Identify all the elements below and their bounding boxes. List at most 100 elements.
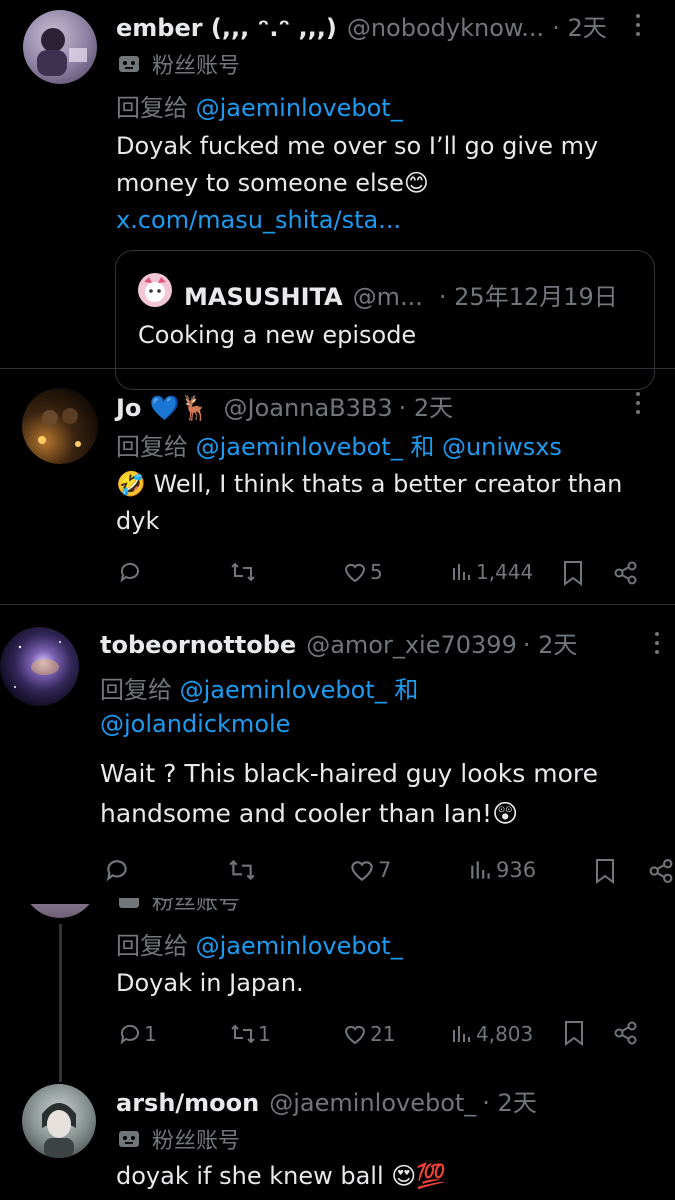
quote-text: Cooking a new episode [138,321,417,349]
tweet-header: tobeornottobe @amor_xie70399 · 2天 [100,625,577,660]
user-handle[interactable]: @JoannaB3B3 [224,394,393,422]
fan-label-text: 粉丝账号 [152,1129,241,1154]
share-button[interactable] [613,560,639,586]
reply-prefix: 回复给 [116,932,188,960]
like-button[interactable]: 7 [348,857,391,883]
retweet-icon [231,562,255,582]
reply-icon [106,860,127,882]
fan-label-text: 粉丝账号 [152,890,241,915]
reply-prefix: 回复给 [100,676,172,704]
quote-header: MASUSHITA @m... · 25年12月19日 [184,277,618,312]
more-icon[interactable] [655,632,661,654]
quoted-tweet[interactable]: MASUSHITA @m... · 25年12月19日 Cooking a ne… [115,250,655,390]
tweet-header: arsh/moon @jaeminlovebot_ · 2天 [116,1083,537,1118]
reply-mention[interactable]: @uniwsxs [442,433,562,461]
tweet-text-line: dyk [116,507,160,535]
avatar[interactable] [22,904,98,918]
reply-count: 1 [144,1022,157,1046]
tweet-text-line: Doyak fucked me over so I’ll go give my [116,132,599,160]
share-icon [649,859,673,883]
retweet-button[interactable] [230,560,256,584]
like-count: 7 [378,858,392,882]
retweet-icon [229,859,255,881]
tweet-header: ember (,,, ᵔ.ᵔ ,,,) @nobodyknow... · 2天 [116,8,607,43]
reply-context-line2: @jolandickmole [100,710,290,738]
views-button[interactable]: 936 [468,857,536,883]
timestamp[interactable]: · 2天 [482,1083,537,1118]
bookmark-button[interactable] [563,1020,585,1046]
display-name[interactable]: tobeornottobe [100,631,296,659]
quote-date: · 25年12月19日 [438,283,618,311]
display-name[interactable]: Jo 💙🦌 [116,394,210,422]
tweet-text-line: Wait ? This black-haired guy looks more [100,759,598,788]
bookmark-icon [596,859,614,884]
views-icon [453,1026,470,1042]
reply-context: 回复给 @jaeminlovebot_ [116,926,403,961]
reply-button[interactable] [118,560,142,584]
timestamp[interactable]: · 2天 [399,388,454,423]
fan-label-text: 粉丝账号 [152,54,241,79]
reply-mention[interactable]: @jaeminlovebot_ [196,433,403,461]
display-name[interactable]: ember (,,, ᵔ.ᵔ ,,,) [116,14,337,42]
more-icon[interactable] [636,392,642,414]
timestamp[interactable]: · 2天 [552,8,607,43]
retweet-icon [231,1024,255,1044]
reply-prefix: 回复给 [116,433,188,461]
fan-account-label: 粉丝账号 [118,1123,240,1155]
views-count: 936 [496,858,537,882]
avatar[interactable] [23,10,97,84]
timestamp[interactable]: · 2天 [523,625,578,660]
like-count: 21 [370,1022,396,1046]
like-button[interactable]: 5 [342,560,383,584]
user-handle[interactable]: @amor_xie70399 [306,631,517,659]
reply-mention[interactable]: @jaeminlovebot_ [196,94,403,122]
bookmark-icon [565,1021,583,1046]
reply-mention[interactable]: @jaeminlovebot_ [180,676,387,704]
reply-mention[interactable]: @jaeminlovebot_ [196,932,403,960]
reply-prefix: 回复给 [116,94,188,122]
tweet-text: doyak if she knew ball 😍💯 [116,1162,447,1190]
views-count: 1,444 [476,560,534,584]
tweet-text-line: 🤣 Well, I think thats a better creator t… [116,470,623,498]
thread-line [59,924,62,1082]
views-button[interactable]: 1,444 [450,560,533,584]
fan-account-label: 粉丝账号 [118,890,241,916]
tweet-text-line: money to someone else😊 [116,169,429,197]
user-handle[interactable]: @jaeminlovebot_ [269,1089,476,1117]
avatar[interactable] [0,627,79,706]
tweet-text: Doyak fucked me over so I’ll go give my … [116,128,656,239]
views-button[interactable]: 4,803 [450,1022,533,1046]
share-button[interactable] [648,857,675,885]
tweet-link[interactable]: x.com/masu_shita/sta... [116,202,656,239]
fan-account-label: 粉丝账号 [118,48,240,80]
retweet-button[interactable] [228,857,256,883]
quote-handle: @m... [352,283,423,311]
bot-icon [119,56,139,72]
divider [0,368,675,369]
bookmark-icon [564,561,582,586]
reply-mention[interactable]: @jolandickmole [100,710,290,738]
tweet-text-line: handsome and cooler than Ian!😲 [100,799,519,828]
divider [0,604,675,605]
reply-icon [120,1024,139,1045]
more-icon[interactable] [636,14,642,36]
reply-button[interactable]: 1 [118,1022,157,1046]
reply-button[interactable] [104,857,130,883]
user-handle[interactable]: @nobodyknow... [347,14,544,42]
share-button[interactable] [613,1020,639,1046]
reply-context: 回复给 @jaeminlovebot_ [116,88,403,123]
like-icon [344,1025,366,1045]
like-button[interactable]: 21 [342,1022,395,1046]
tweet-text: 🤣 Well, I think thats a better creator t… [116,466,661,540]
retweet-button[interactable]: 1 [230,1022,271,1046]
avatar[interactable] [22,388,98,464]
avatar[interactable] [22,1084,96,1158]
bookmark-button[interactable] [594,857,616,885]
bookmark-button[interactable] [562,560,584,586]
reply-conjunction: 和 [410,433,435,461]
reply-context: 回复给 @jaeminlovebot_ 和 [100,670,418,705]
tweet-text: Wait ? This black-haired guy looks more … [100,754,670,834]
tweet-header: Jo 💙🦌 @JoannaB3B3 · 2天 [116,388,453,423]
bot-icon [119,898,139,908]
display-name[interactable]: arsh/moon [116,1089,259,1117]
